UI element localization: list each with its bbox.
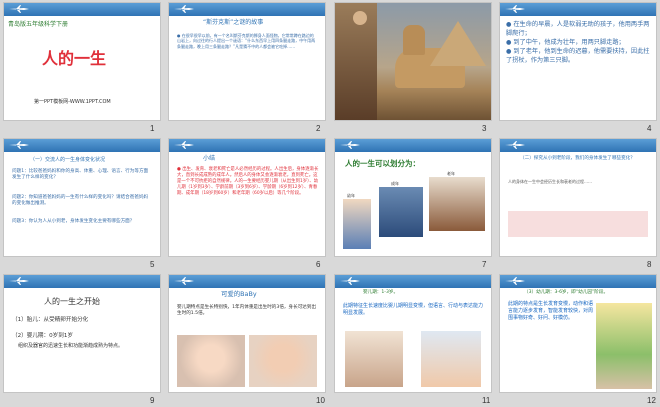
slide-9[interactable]: 人的一生之开始 （1）胎儿：从受精卵开始分化 （2）婴儿期：0岁到1岁 组织及器… <box>4 275 160 392</box>
baby-photo-left <box>177 335 245 387</box>
item-2: （2）婴儿期：0岁到1岁 <box>12 333 74 339</box>
slide-heading: “斯芬克斯”之谜的故事 <box>203 19 264 26</box>
toddler-photo-right <box>421 331 481 387</box>
slide-1[interactable]: 青岛版五年级科学下册 人的一生 第一PPT模板网-WWW.1PPT.COM <box>4 3 160 120</box>
slide-10[interactable]: 可爱的BaBy 婴儿期特点是生长特别快，1年内体重是出生时的3倍，身长可达到出生… <box>169 275 325 392</box>
slide-title: 人的一生之开始 <box>44 297 100 306</box>
item-1: （1）胎儿：从受精卵开始分化 <box>12 317 89 323</box>
painting-face <box>353 11 367 25</box>
label-child: 幼年 <box>347 193 355 198</box>
airplane-icon <box>9 277 29 285</box>
slide-number: 1 <box>150 124 155 133</box>
slide-11[interactable]: 婴儿期：1-3岁。 此期特征生长速度比婴儿期明显变慢，但语言、行动与表达能力明显… <box>335 275 491 392</box>
pyramid <box>430 21 486 66</box>
slide-4[interactable]: ● 在生命的早晨，人是软弱无助的孩子，他用两手两脚爬行； ● 到了中午，他成为壮… <box>500 3 656 120</box>
slide-body: 人的身体在一生中会经历生长和衰老的过程…… <box>508 179 592 184</box>
airplane-icon <box>505 141 525 149</box>
slide-body: ● 在生命的早晨，人是软弱无助的孩子，他用两手两脚爬行； ● 到了中午，他成为壮… <box>506 21 650 64</box>
slide-number: 12 <box>647 396 656 405</box>
airplane-icon <box>9 5 29 13</box>
slide-5[interactable]: （一）交流人的一生身体变化状况 问题1：比较爸爸妈妈和你的身高、体重、心理、语言… <box>4 139 160 256</box>
slide-body: ● 出生、发育、衰老和死亡是人必然经历的过程。人出生后，身体逐渐长大，直到长成成… <box>177 167 319 196</box>
slide-8[interactable]: （二）探究从小到老阶段，我们的身体发生了哪些变化？ 人的身体在一生中会经历生长和… <box>500 139 656 256</box>
airplane-icon <box>174 5 194 13</box>
elderly-photo <box>429 177 485 231</box>
sphinx-head <box>403 25 425 55</box>
slide-3[interactable] <box>335 3 491 120</box>
slide-12[interactable]: （3）幼儿期：3-6岁，即“幼儿园”阶段。 此期的特点是生长发育变慢，动作和语言… <box>500 275 656 392</box>
question-3: 问题3：你认为人从小到老，身体发生变化主要有哪些方面？ <box>12 219 135 224</box>
slide-text: 婴儿期特点是生长特别快，1年内体重是出生时的3倍，身长可达到出生时的1.5倍。 <box>177 305 317 317</box>
slide-text: 此期特征生长速度比婴儿期明显变慢，但语言、行动与表达能力明显发展。 <box>343 303 484 316</box>
sphinx-photo <box>335 3 491 120</box>
slide-number: 11 <box>482 396 491 405</box>
airplane-icon <box>505 277 525 285</box>
airplane-icon <box>340 277 360 285</box>
label-elderly: 老年 <box>447 171 455 176</box>
slide-title: 可爱的BaBy <box>221 290 257 298</box>
slide-number: 3 <box>482 124 487 133</box>
slide-body: ● 在很早很早以前，有一个名叫斯芬克斯的狮身人面怪物，它常常蹲在路边的山岩上，向… <box>177 33 316 49</box>
adult-photo <box>379 187 423 237</box>
slide-number: 5 <box>150 260 155 269</box>
slide-7[interactable]: 人的一生可以划分为： 幼年 成年 老年 <box>335 139 491 256</box>
slide-heading: （二）探究从小到老阶段，我们的身体发生了哪些变化？ <box>520 156 635 161</box>
question-2: 问题2：你知道爸爸妈妈的一生有什么样的变化吗？请结合爸爸妈妈的变化做出推测。 <box>12 195 149 207</box>
slide-tag: 青岛版五年级科学下册 <box>8 21 69 28</box>
slide-number: 8 <box>647 260 652 269</box>
slide-title: 人的一生可以划分为： <box>345 159 420 168</box>
airplane-icon <box>174 141 194 149</box>
slide-heading: （一）交流人的一生身体变化状况 <box>30 157 106 163</box>
slide-text: 此期的特点是生长发育变慢，动作和语言能力逐步发育，智能发育较快，对周围事物好奇、… <box>508 301 594 321</box>
slide-number: 10 <box>316 396 325 405</box>
slide-6[interactable]: 小结 ● 出生、发育、衰老和死亡是人必然经历的过程。人出生后，身体逐渐长大，直到… <box>169 139 325 256</box>
airplane-icon <box>505 5 525 13</box>
item-3: 组织及器官的迅速生长和功能渐趋成熟为特点。 <box>18 343 124 349</box>
slide-2[interactable]: “斯芬克斯”之谜的故事 ● 在很早很早以前，有一个名叫斯芬克斯的狮身人面怪物，它… <box>169 3 325 120</box>
slide-footer: 第一PPT模板网-WWW.1PPT.COM <box>34 99 111 105</box>
slide-number: 7 <box>482 260 487 269</box>
slide-heading: 婴儿期：1-3岁。 <box>363 290 399 295</box>
highlight-box <box>508 211 648 237</box>
question-1: 问题1：比较爸爸妈妈和你的身高、体重、心理、语言、行为等方面发生了什么样的变化？ <box>12 169 149 181</box>
slide-heading: 小结 <box>203 155 216 162</box>
airplane-icon <box>174 277 194 285</box>
slide-number: 4 <box>647 124 652 133</box>
kindergarten-photo <box>596 303 652 389</box>
slide-number: 6 <box>316 260 321 269</box>
slide-heading: （3）幼儿期：3-6岁，即“幼儿园”阶段。 <box>524 290 609 295</box>
baby-photo-right <box>249 335 317 387</box>
label-adult: 成年 <box>391 181 399 186</box>
slide-number: 2 <box>316 124 321 133</box>
child-photo <box>343 199 371 249</box>
airplane-icon <box>9 141 29 149</box>
slide-number: 9 <box>150 396 155 405</box>
slide-title: 人的一生 <box>42 49 107 68</box>
toddler-photo-left <box>345 331 403 387</box>
airplane-icon <box>340 141 360 149</box>
